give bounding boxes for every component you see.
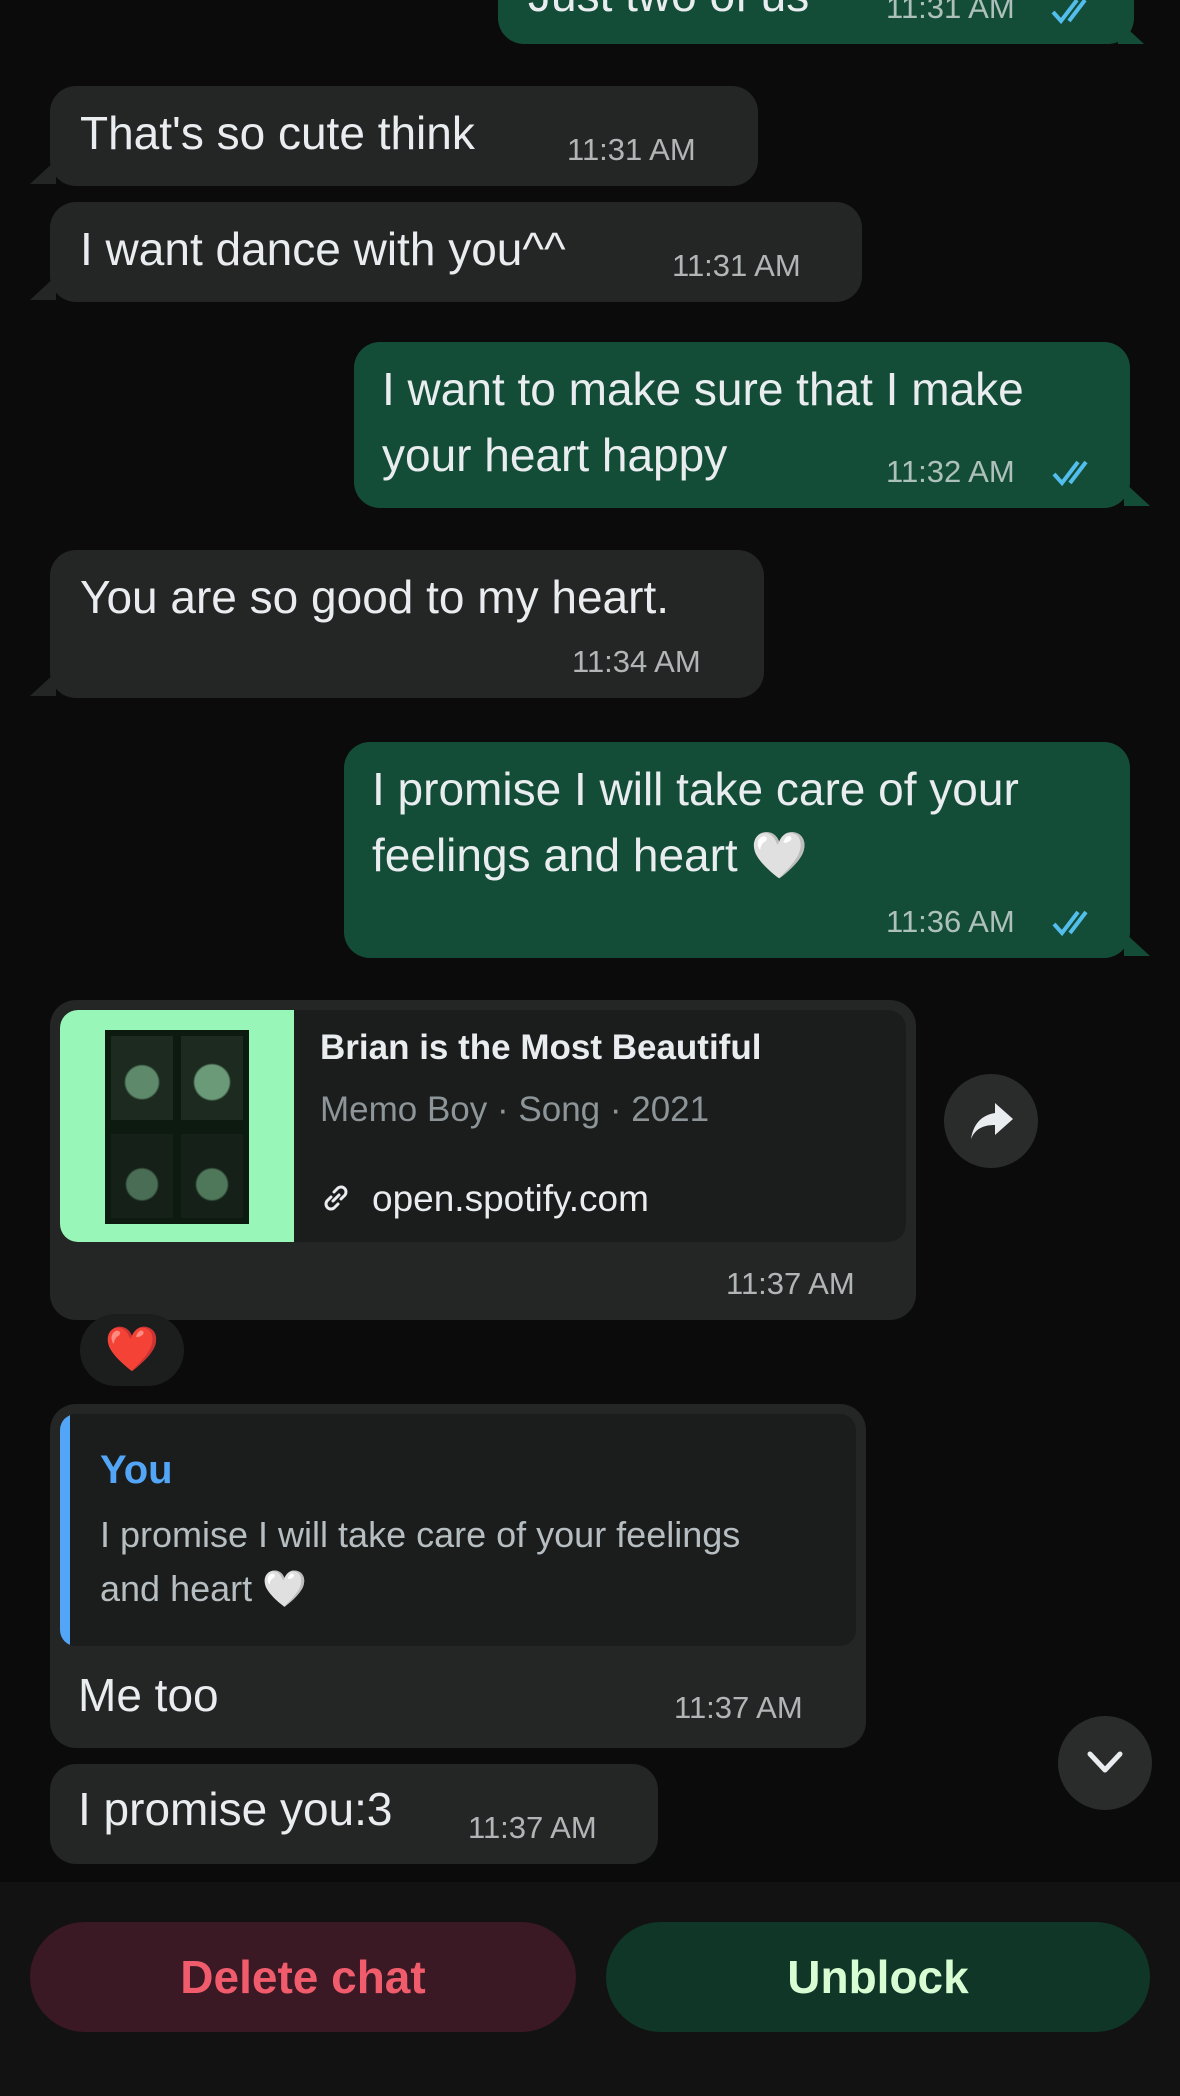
link-icon (324, 1185, 348, 1211)
message-text-line-1: I want to make sure that I make (382, 363, 1024, 415)
read-ticks-icon (1052, 460, 1088, 487)
bubble-tail (1118, 20, 1144, 44)
quoted-message[interactable]: You I promise I will take care of your f… (60, 1414, 856, 1646)
message-time: 11:31 AM (672, 248, 801, 283)
message-text-line-2: feelings and heart 🤍 (372, 829, 808, 881)
link-title: Brian is the Most Beautiful (320, 1028, 762, 1067)
message-time: 11:37 AM (726, 1266, 855, 1301)
message-time: 11:36 AM (886, 904, 1015, 939)
message-incoming[interactable]: I want dance with you^^ 11:31 AM (50, 202, 862, 302)
delete-chat-button[interactable]: Delete chat (30, 1922, 576, 2032)
message-text: Just two of us (528, 0, 809, 28)
album-art (60, 1010, 294, 1242)
forward-button[interactable] (944, 1074, 1038, 1168)
forward-icon (971, 1103, 1013, 1139)
bubble-tail (1124, 932, 1150, 956)
chevron-down-icon (1087, 1751, 1123, 1773)
heart-reaction: ❤️ (104, 1325, 160, 1374)
unblock-label: Unblock (787, 1951, 969, 2003)
bubble-tail (30, 160, 56, 184)
bubble-tail (30, 276, 56, 300)
message-text: You are so good to my heart. (80, 571, 670, 623)
blocked-contact-action-bar: Delete chat Unblock (0, 1882, 1180, 2096)
message-text: I promise you:3 (78, 1783, 393, 1835)
message-text: Me too (78, 1669, 219, 1721)
album-photo-face (111, 1036, 173, 1120)
read-ticks-icon (1052, 910, 1088, 937)
delete-chat-label: Delete chat (180, 1951, 426, 2003)
album-photo (105, 1030, 249, 1224)
quote-text-line-2: and heart 🤍 (100, 1568, 307, 1609)
bubble-tail (30, 672, 56, 696)
album-photo-face (111, 1134, 173, 1218)
message-text-line-1: I promise I will take care of your (372, 763, 1019, 815)
quote-text-line-1: I promise I will take care of your feeli… (100, 1514, 741, 1555)
album-photo-face (181, 1134, 243, 1218)
message-text: That's so cute think (80, 107, 475, 159)
scroll-to-bottom-button[interactable] (1058, 1716, 1152, 1810)
message-incoming[interactable]: I promise you:3 11:37 AM (50, 1764, 658, 1864)
message-time: 11:37 AM (468, 1810, 597, 1845)
bubble-tail (1124, 482, 1150, 506)
message-outgoing[interactable]: Just two of us 11:31 AM (498, 0, 1134, 44)
read-ticks-icon (1051, 0, 1087, 25)
message-text-line-2: your heart happy (382, 429, 728, 481)
message-time: 11:31 AM (886, 0, 1015, 25)
message-time: 11:32 AM (886, 454, 1015, 489)
message-time: 11:37 AM (674, 1690, 803, 1725)
reaction-bubble[interactable]: ❤️ (80, 1314, 184, 1386)
message-link-preview[interactable]: Brian is the Most Beautiful Memo Boy · S… (50, 1000, 916, 1320)
message-outgoing[interactable]: I promise I will take care of your feeli… (344, 742, 1130, 958)
link-domain: open.spotify.com (372, 1178, 649, 1219)
quote-author: You (100, 1448, 173, 1492)
message-time: 11:31 AM (567, 132, 696, 167)
quote-bar (60, 1414, 70, 1646)
link-meta: Memo Boy · Song · 2021 (320, 1090, 710, 1129)
message-incoming[interactable]: You are so good to my heart. 11:34 AM (50, 550, 764, 698)
message-reply[interactable]: You I promise I will take care of your f… (50, 1404, 866, 1748)
unblock-button[interactable]: Unblock (606, 1922, 1150, 2032)
message-time: 11:34 AM (572, 644, 701, 679)
message-incoming[interactable]: That's so cute think 11:31 AM (50, 86, 758, 186)
message-outgoing[interactable]: I want to make sure that I make your hea… (354, 342, 1130, 508)
link-card[interactable]: Brian is the Most Beautiful Memo Boy · S… (60, 1010, 906, 1242)
message-text: I want dance with you^^ (80, 223, 566, 275)
album-photo-face (181, 1036, 243, 1120)
